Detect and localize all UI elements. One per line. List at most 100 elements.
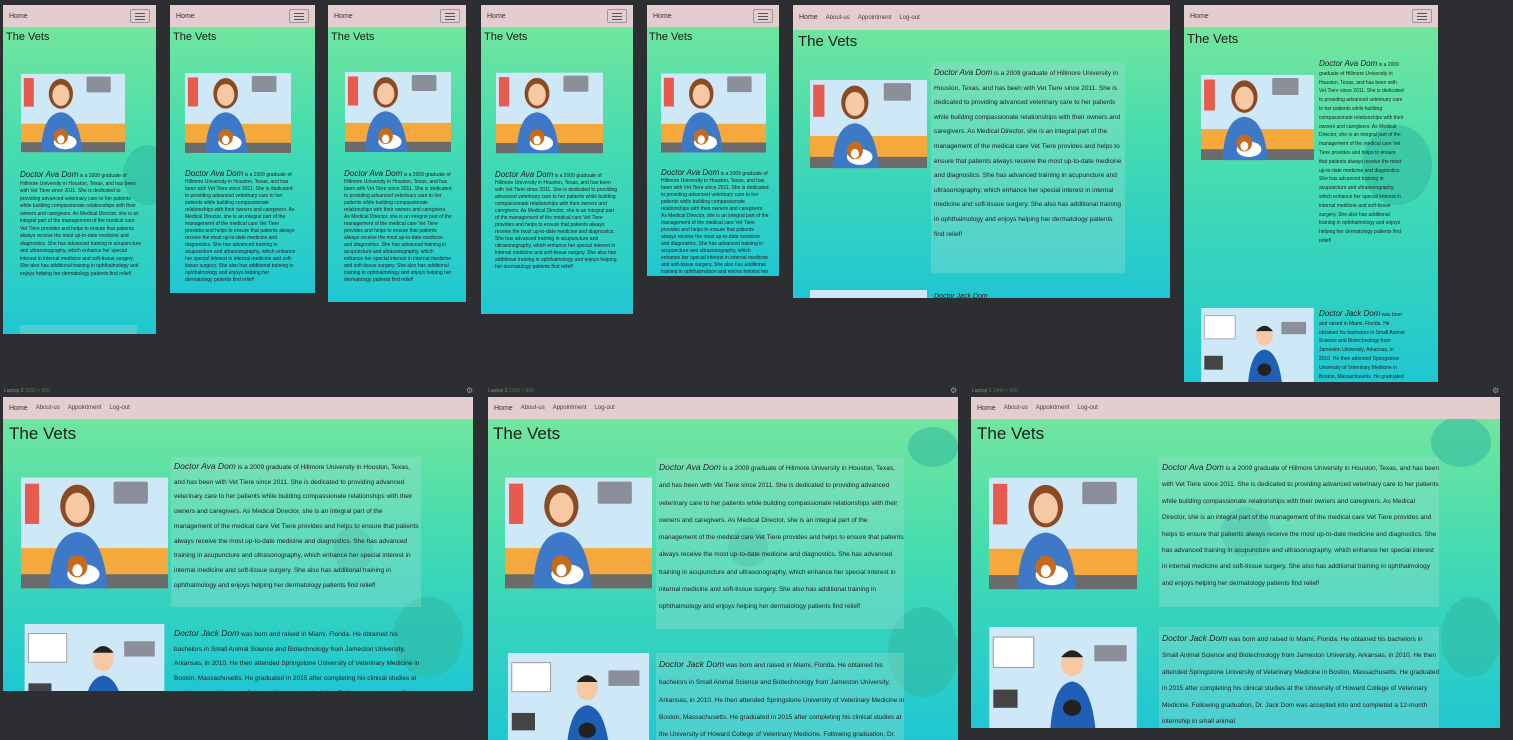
nav-logout-link[interactable]: Log-out — [1077, 405, 1097, 411]
nav-about-link[interactable]: About-us — [1004, 405, 1028, 411]
hamburger-menu-icon[interactable] — [130, 9, 150, 23]
page-title: The Vets — [649, 31, 693, 43]
preview-mobile-2: Home The Vets Doctor Ava Dom is a 2009 g… — [170, 5, 315, 293]
page-title: The Vets — [1187, 31, 1239, 46]
vet-ava-image — [21, 73, 125, 153]
navbar: Home — [3, 5, 156, 27]
vet-name: Doctor Ava Dom — [659, 462, 721, 472]
vet-name: Doctor Ava Dom — [20, 171, 79, 179]
vet-name: Doctor Ava Dom — [1319, 60, 1378, 68]
preview-tablet: Home About-us Appointment Log-out The Ve… — [793, 5, 1170, 298]
vet-ava-bio: Doctor Ava Dom is a 2009 graduate of Hil… — [185, 170, 296, 283]
vet-name: Doctor Jack Dom — [1162, 633, 1228, 643]
vet-ava-bio: Doctor Ava Dom is a 2009 graduate of Hil… — [174, 461, 419, 589]
preview-tablet-portrait: Home The Vets Doctor Ava Dom is a 2009 g… — [1184, 5, 1438, 382]
vet-ava-bio: Doctor Ava Dom is a 2009 graduate of Hil… — [1319, 60, 1404, 244]
preview-mobile-1: Home The Vets Doctor Ava Dom is a 2009 g… — [3, 5, 156, 334]
vet-ava-bio: Doctor Ava Dom is a 2009 graduate of Hil… — [659, 462, 904, 611]
vet-name: Doctor Ava Dom — [934, 68, 993, 77]
nav-home-link[interactable]: Home — [799, 14, 818, 21]
gear-icon[interactable]: ⚙ — [950, 386, 957, 395]
vet-name: Doctor Ava Dom — [174, 461, 236, 471]
vet-ava-image — [345, 72, 451, 152]
paw-blob — [1431, 417, 1491, 467]
vet-name: Doctor Ava Dom — [661, 169, 720, 177]
nav-home-link[interactable]: Home — [977, 405, 996, 412]
vet-name: Doctor Ava Dom — [495, 171, 554, 179]
page-title: The Vets — [484, 31, 528, 43]
vet-jack-card — [810, 290, 927, 298]
vet-ava-image — [496, 72, 603, 154]
nav-about-link[interactable]: About-us — [36, 405, 60, 411]
page-title: The Vets — [9, 424, 77, 443]
nav-about-link[interactable]: About-us — [826, 15, 850, 21]
vet-name: Doctor Ava Dom — [185, 170, 244, 178]
nav-appointment-link[interactable]: Appointment — [553, 405, 587, 411]
hamburger-menu-icon[interactable] — [607, 9, 627, 23]
vet-ava-image — [1201, 74, 1314, 161]
vet-ava-bio: Doctor Ava Dom is a 2009 graduate of Hil… — [661, 169, 769, 273]
gear-icon[interactable]: ⚙ — [1492, 386, 1499, 395]
navbar: Home — [647, 5, 779, 27]
preview-mobile-4: Home The Vets Doctor Ava Dom is a 2009 g… — [481, 5, 633, 314]
vet-ava-bio: Doctor Ava Dom is a 2009 graduate of Hil… — [1162, 462, 1440, 587]
device-label: Laptop 3 1280 × 800 — [4, 388, 51, 394]
card-next — [20, 325, 137, 334]
nav-home-link[interactable]: Home — [9, 405, 28, 412]
vet-ava-image — [505, 477, 652, 589]
vet-jack-bio: Doctor Jack Dom was born and raised in M… — [1162, 633, 1440, 726]
nav-logout-link[interactable]: Log-out — [899, 15, 919, 21]
preview-mobile-5: Home The Vets Doctor Ava Dom is a 2009 g… — [647, 5, 779, 276]
page-title: The Vets — [493, 424, 561, 443]
vet-jack-bio: Doctor Jack Dom was born and raised in M… — [659, 659, 905, 739]
nav-home-link[interactable]: Home — [176, 13, 195, 20]
vet-name: Doctor Ava Dom — [344, 170, 403, 178]
preview-laptop1: Home About-us Appointment Log-out The Ve… — [971, 397, 1500, 728]
nav-appointment-link[interactable]: Appointment — [1036, 405, 1070, 411]
vet-ava-image — [21, 477, 168, 589]
device-label: Laptop 1 1440 × 900 — [972, 388, 1019, 394]
navbar: Home About-us Appointment Log-out — [3, 397, 473, 419]
hamburger-menu-icon[interactable] — [1412, 9, 1432, 23]
page-title: The Vets — [331, 31, 375, 43]
navbar: Home — [1184, 5, 1438, 27]
vet-jack-bio: Doctor Jack Dom was born and raised in M… — [174, 628, 420, 691]
hamburger-menu-icon[interactable] — [753, 9, 773, 23]
navbar: Home — [170, 5, 315, 27]
vet-ava-bio: Doctor Ava Dom is a 2009 graduate of Hil… — [20, 171, 142, 277]
hamburger-menu-icon[interactable] — [440, 9, 460, 23]
nav-home-link[interactable]: Home — [1190, 13, 1209, 20]
navbar: Home About-us Appointment Log-out — [793, 5, 1170, 30]
nav-home-link[interactable]: Home — [653, 13, 672, 20]
vet-jack-image — [1201, 308, 1314, 382]
nav-home-link[interactable]: Home — [9, 13, 28, 20]
nav-appointment-link[interactable]: Appointment — [858, 15, 892, 21]
vet-ava-bio: Doctor Ava Dom is a 2009 graduate of Hil… — [934, 68, 1122, 238]
nav-home-link[interactable]: Home — [494, 405, 513, 412]
nav-appointment-link[interactable]: Appointment — [68, 405, 102, 411]
device-label: Laptop 3 1366 × 900 — [488, 388, 535, 394]
nav-about-link[interactable]: About-us — [521, 405, 545, 411]
nav-home-link[interactable]: Home — [334, 13, 353, 20]
vet-ava-image — [661, 73, 766, 153]
paw-blob — [908, 427, 958, 467]
vet-jack-image — [24, 624, 165, 691]
navbar: Home — [481, 5, 633, 27]
vet-jack-bio: Doctor Jack Dom was born and raised in M… — [1319, 310, 1405, 380]
vet-ava-bio: Doctor Ava Dom is a 2009 graduate of Hil… — [495, 171, 618, 270]
vet-jack-name-peek: Doctor Jack Dom — [934, 293, 988, 298]
vet-jack-image — [989, 627, 1137, 728]
navbar: Home About-us Appointment Log-out — [971, 397, 1500, 419]
gear-icon[interactable]: ⚙ — [466, 386, 473, 395]
preview-laptop3-large: Home About-us Appointment Log-out The Ve… — [488, 397, 958, 740]
page-title: The Vets — [977, 424, 1045, 443]
page-title: The Vets — [173, 31, 217, 43]
hamburger-menu-icon[interactable] — [289, 9, 309, 23]
nav-logout-link[interactable]: Log-out — [594, 405, 614, 411]
navbar: Home About-us Appointment Log-out — [488, 397, 958, 419]
nav-home-link[interactable]: Home — [487, 13, 506, 20]
page-title: The Vets — [6, 31, 50, 43]
paw-blob — [1441, 597, 1500, 677]
nav-logout-link[interactable]: Log-out — [109, 405, 129, 411]
vet-name: Doctor Jack Dom — [174, 628, 240, 638]
